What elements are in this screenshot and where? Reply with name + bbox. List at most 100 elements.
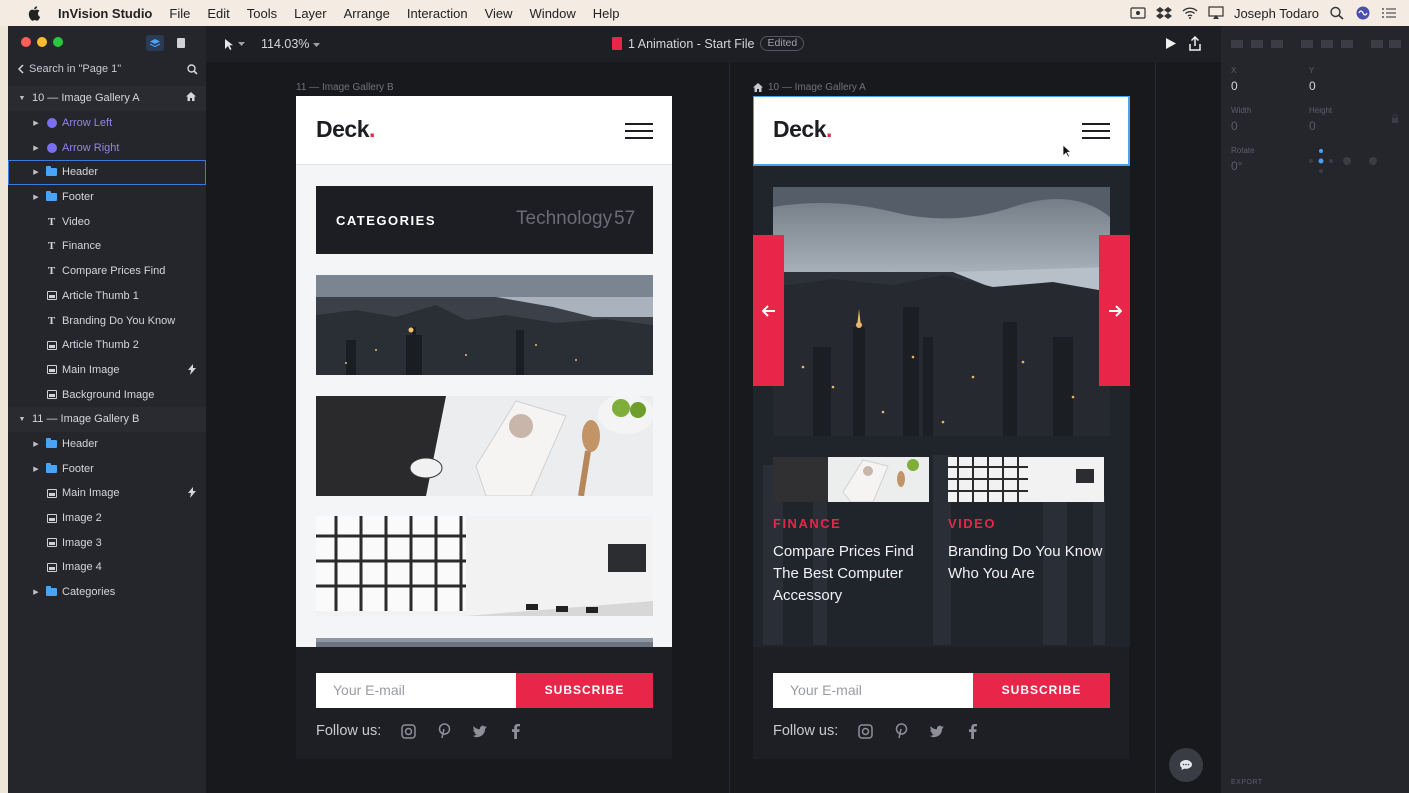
layer-row[interactable]: T Branding Do You Know (8, 308, 206, 333)
layer-row[interactable]: Background Image (8, 382, 206, 407)
zoom-level[interactable]: 114.03% (261, 37, 320, 51)
twitter-icon[interactable] (928, 722, 946, 740)
artboard-image-gallery-a[interactable]: Deck. FINANCE Compare Prices Find The Be… (753, 96, 1130, 647)
layer-row[interactable]: Image 4 (8, 555, 206, 580)
layer-row[interactable]: Image 2 (8, 506, 206, 531)
user-name[interactable]: Joseph Todaro (1234, 6, 1319, 21)
menu-view[interactable]: View (485, 6, 513, 21)
menu-arrange[interactable]: Arrange (344, 6, 390, 21)
chevron-left-icon[interactable] (18, 64, 25, 74)
layer-row[interactable]: Article Thumb 1 (8, 284, 206, 309)
disclosure-expanded-icon[interactable]: ▼ (18, 95, 26, 102)
arrow-right-button[interactable] (1099, 235, 1130, 386)
disclosure-collapsed-icon[interactable]: ▶ (32, 144, 40, 152)
layer-search[interactable]: Search in "Page 1" (18, 62, 198, 76)
instagram-icon[interactable] (399, 722, 417, 740)
x-value[interactable]: 0 (1231, 79, 1238, 93)
select-tool[interactable] (224, 38, 245, 50)
image-thumb-partial[interactable] (316, 636, 653, 647)
categories-bar[interactable]: CATEGORIES Technology 57 (316, 186, 653, 254)
siri-icon[interactable] (1355, 6, 1371, 20)
artboard-label-a[interactable]: 10 — Image Gallery A (753, 82, 866, 93)
email-input[interactable]: Your E-mail (316, 673, 516, 708)
disclosure-collapsed-icon[interactable]: ▶ (32, 440, 40, 448)
disclosure-collapsed-icon[interactable]: ▶ (32, 168, 40, 176)
instagram-icon[interactable] (856, 722, 874, 740)
card-title-video[interactable]: Branding Do You Know Who You Are (948, 541, 1113, 585)
arrow-left-button[interactable] (753, 235, 784, 386)
pages-tab[interactable] (172, 35, 190, 51)
layer-row[interactable]: ▶ Arrow Right (8, 135, 206, 160)
facebook-icon[interactable] (964, 722, 982, 740)
lightning-icon[interactable] (188, 363, 196, 378)
spotlight-search-icon[interactable] (1329, 6, 1345, 20)
airplay-icon[interactable] (1208, 6, 1224, 20)
layer-row[interactable]: Main Image (8, 481, 206, 506)
origin-picker-icon[interactable] (1307, 146, 1387, 176)
footer-b[interactable]: Your E-mail SUBSCRIBE Follow us: (296, 647, 672, 759)
menu-help[interactable]: Help (593, 6, 620, 21)
hamburger-menu-icon[interactable] (1082, 123, 1110, 140)
share-icon[interactable] (1188, 36, 1202, 51)
lock-icon[interactable] (1391, 114, 1399, 124)
notification-center-icon[interactable] (1381, 6, 1397, 20)
width-value[interactable]: 0 (1231, 119, 1238, 133)
menu-edit[interactable]: Edit (207, 6, 229, 21)
disclosure-collapsed-icon[interactable]: ▶ (32, 193, 40, 201)
wifi-icon[interactable] (1182, 6, 1198, 20)
menu-file[interactable]: File (169, 6, 190, 21)
menu-app-name[interactable]: InVision Studio (58, 6, 152, 21)
pinterest-icon[interactable] (892, 722, 910, 740)
menu-tools[interactable]: Tools (247, 6, 277, 21)
minimize-window-button[interactable] (37, 37, 47, 47)
layer-row[interactable]: ▶ Arrow Left (8, 111, 206, 136)
chat-support-button[interactable] (1169, 748, 1203, 782)
layer-row[interactable]: Main Image (8, 358, 206, 383)
deck-header-selected[interactable]: Deck. (753, 96, 1130, 166)
artboard-label-b[interactable]: 11 — Image Gallery B (296, 82, 394, 93)
deck-header[interactable]: Deck. (296, 96, 672, 165)
disclosure-collapsed-icon[interactable]: ▶ (32, 119, 40, 127)
search-icon[interactable] (187, 63, 198, 75)
layer-row[interactable]: Article Thumb 2 (8, 333, 206, 358)
card-title-finance[interactable]: Compare Prices Find The Best Computer Ac… (773, 541, 938, 607)
main-image-hero[interactable] (773, 187, 1110, 436)
artboard-image-gallery-b[interactable]: Deck. CATEGORIES Technology 57 (296, 96, 672, 647)
image-thumb-city[interactable] (316, 275, 653, 375)
disclosure-collapsed-icon[interactable]: ▶ (32, 465, 40, 473)
layer-row[interactable]: ▼ 10 — Image Gallery A (8, 86, 206, 111)
home-icon[interactable] (186, 92, 196, 104)
disclosure-collapsed-icon[interactable]: ▶ (32, 588, 40, 596)
subscribe-button[interactable]: SUBSCRIBE (973, 673, 1110, 708)
image-thumb-window[interactable] (316, 516, 653, 616)
layer-row[interactable]: T Finance (8, 234, 206, 259)
y-value[interactable]: 0 (1309, 79, 1316, 93)
article-thumb-1[interactable] (773, 457, 929, 502)
design-canvas[interactable]: 11 — Image Gallery B Deck. CATEGORIES Te… (206, 62, 1221, 793)
layer-row[interactable]: T Compare Prices Find (8, 259, 206, 284)
dropbox-icon[interactable] (1155, 6, 1172, 20)
menu-interaction[interactable]: Interaction (407, 6, 468, 21)
layer-row[interactable]: ▶ Footer (8, 185, 206, 210)
play-preview-icon[interactable] (1165, 37, 1177, 50)
screen-record-icon[interactable] (1130, 6, 1146, 20)
facebook-icon[interactable] (507, 722, 525, 740)
apple-logo-icon[interactable] (26, 5, 44, 21)
image-thumb-desk[interactable] (316, 396, 653, 496)
menu-layer[interactable]: Layer (294, 6, 327, 21)
layer-row[interactable]: ▶ Header (8, 160, 206, 185)
height-value[interactable]: 0 (1309, 119, 1316, 133)
subscribe-button[interactable]: SUBSCRIBE (516, 673, 653, 708)
layer-row[interactable]: Image 3 (8, 530, 206, 555)
footer-a[interactable]: Your E-mail SUBSCRIBE Follow us: (753, 647, 1129, 759)
article-thumb-2[interactable] (948, 457, 1104, 502)
layer-row[interactable]: ▶ Categories (8, 580, 206, 605)
layer-row[interactable]: ▼ 11 — Image Gallery B (8, 406, 206, 432)
layers-tab[interactable] (146, 35, 164, 51)
menu-window[interactable]: Window (530, 6, 576, 21)
lightning-icon[interactable] (188, 487, 196, 501)
hamburger-menu-icon[interactable] (625, 123, 653, 140)
twitter-icon[interactable] (471, 722, 489, 740)
pinterest-icon[interactable] (435, 722, 453, 740)
layer-row[interactable]: ▶ Footer (8, 456, 206, 481)
